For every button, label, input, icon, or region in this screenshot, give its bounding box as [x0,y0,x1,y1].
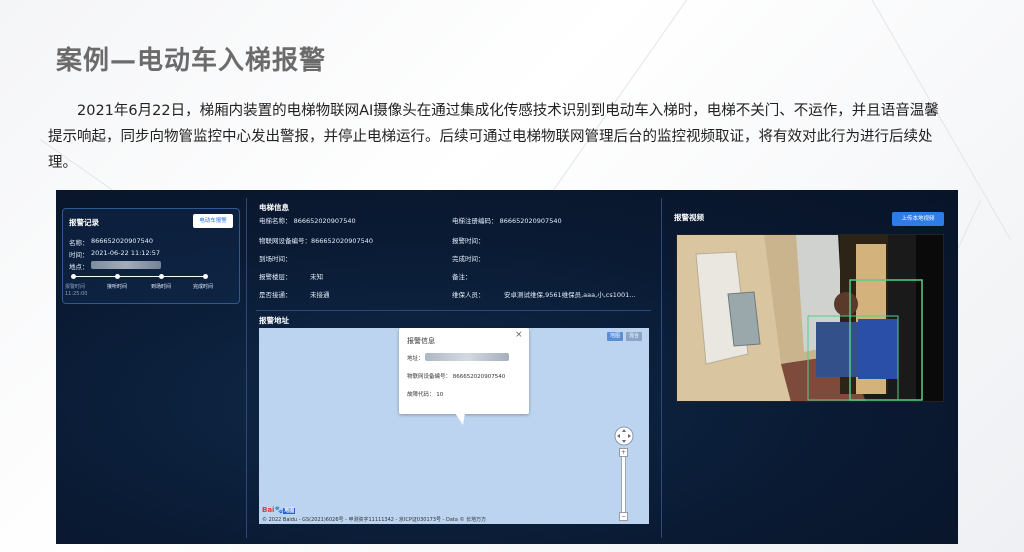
alarm-info-popup[interactable]: 报警信息 × 地址： 物联网设备编号： 866652020907540 故障代码… [399,328,529,414]
record-header: 报警记录 [69,218,99,227]
progress-dot [203,274,208,279]
baidu-map[interactable]: 报警信息 × 地址： 物联网设备编号： 866652020907540 故障代码… [259,328,649,524]
camera-frame [676,234,944,402]
step-alarm-time-value: 11:25:00 [65,291,88,297]
zoom-out-icon[interactable]: − [619,512,628,521]
baidu-logo: Bai🐾地图 [262,506,296,514]
map-copyright: © 2022 Baidu - GS(2021)6026号 - 甲测资字11111… [262,517,487,523]
record-name-value: 866652020907540 [91,237,154,245]
record-time-label: 时间： [69,251,89,259]
elevator-floor-value: 未知 [310,273,323,281]
map-type-hybrid-button[interactable]: 混合 [626,332,643,341]
popup-pointer [455,413,465,425]
step-arrive-time: 到场时间 [151,284,172,290]
alarm-address-header: 报警地址 [259,316,289,325]
zoom-in-icon[interactable]: + [619,448,628,457]
elevator-connected-value: 未接通 [310,291,330,299]
pan-control-icon[interactable] [614,426,634,446]
ebike-alarm-button[interactable]: 电动车报警 [193,214,233,228]
elevator-remark: 备注： [452,273,472,281]
elevator-alarm-time: 报警时间： [452,237,485,245]
elevator-reg-code: 电梯注册编码： 866652020907540 [452,217,562,225]
elevator-maint-label: 维保人员： [452,291,485,299]
elevator-finish-time: 完成时间： [452,255,485,263]
zoom-slider[interactable] [621,450,626,518]
record-addr-label: 地点： [69,263,89,271]
baidu-paw-icon: 🐾 [274,506,284,514]
monitor-screenshot: 报警记录 电动车报警 名称： 866652020907540 时间： 2021-… [56,190,958,544]
slide-title: 案例—电动车入梯报警 [56,46,327,76]
record-time-value: 2021-06-22 11:12:57 [91,249,161,257]
progress-dot [115,274,120,279]
progress-line [73,276,205,277]
popup-iot-code: 物联网设备编号： 866652020907540 [407,374,506,380]
popup-address-label: 地址： [407,356,424,362]
popup-title: 报警信息 [407,337,435,345]
step-finish-time: 完成时间 [193,284,214,290]
elevator-info-header: 电梯信息 [259,203,289,212]
popup-close-icon[interactable]: × [515,330,523,340]
elevator-floor-label: 报警楼层： [259,273,292,281]
progress-dot [159,274,164,279]
elevator-name: 电梯名称： 866652020907540 [259,217,356,225]
blurred-address [425,353,509,361]
popup-fault-code: 故障代码： 10 [407,392,444,398]
elevator-camera-video[interactable] [676,234,944,402]
baidu-map-text: 地图 [283,508,296,514]
step-answer-time: 接听时间 [107,284,128,290]
record-name-label: 名称： [69,239,89,247]
upload-local-video-button[interactable]: 上传本地视频 [892,212,944,226]
step-alarm-time: 报警时间 [65,284,86,290]
elevator-arrive-time: 到场时间： [259,255,292,263]
alarm-video-header: 报警视频 [674,213,704,222]
column-divider [246,198,247,538]
baidu-logo-text: Bai [262,506,275,514]
section-divider [256,310,651,311]
elevator-iot-code: 物联网设备编号：866652020907540 [259,237,374,245]
elevator-connected-label: 是否接通： [259,291,292,299]
map-type-map-button[interactable]: 地图 [607,332,624,341]
blurred-address [91,261,161,269]
alarm-record-card[interactable]: 报警记录 电动车报警 名称： 866652020907540 时间： 2021-… [62,208,240,304]
column-divider [661,198,662,538]
progress-dot [71,274,76,279]
slide-paragraph: 2021年6月22日，梯厢内装置的电梯物联网AI摄像头在通过集成化传感技术识别到… [48,103,939,171]
elevator-maint-value: 安卓测试维保,9561维保员,aaa,小,cs1001... [504,291,636,299]
